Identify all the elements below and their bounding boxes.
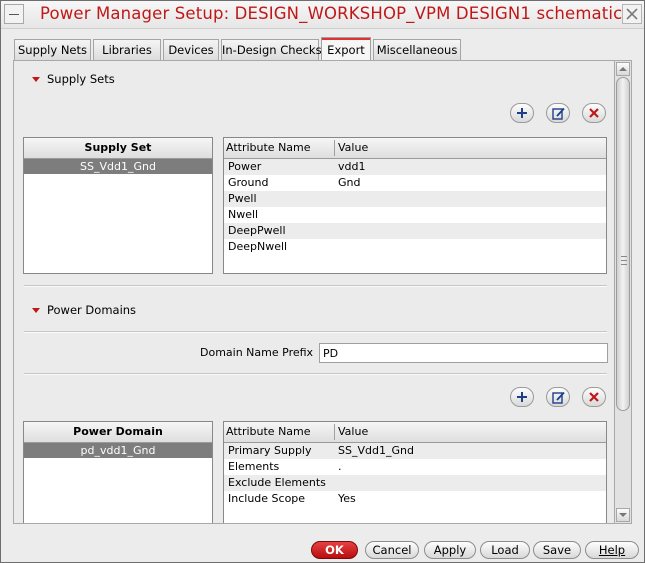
tab-in-design-checks[interactable]: In-Design Checks [221, 39, 322, 60]
add-icon [517, 108, 527, 118]
delete-power-domain-button[interactable] [582, 387, 606, 407]
table-row[interactable]: Power vdd1 [224, 159, 606, 175]
supply-set-list-header: Supply Set [24, 138, 212, 159]
supply-set-list[interactable]: Supply Set SS_Vdd1_Gnd [23, 137, 213, 274]
domain-name-prefix-field[interactable] [319, 343, 608, 363]
cancel-button[interactable]: Cancel [365, 541, 419, 559]
supply-sets-label: Supply Sets [47, 72, 115, 86]
tab-supply-nets[interactable]: Supply Nets [14, 39, 91, 60]
power-manager-window: Power Manager Setup: DESIGN_WORKSHOP_VPM… [0, 0, 645, 563]
add-icon [517, 392, 527, 402]
power-domain-list[interactable]: Power Domain pd_vdd1_Gnd [23, 421, 213, 523]
dialog-button-bar: OK Cancel Apply Load Save Help [1, 537, 644, 562]
attribute-name: Nwell [228, 208, 259, 221]
attribute-name: Include Scope [228, 492, 306, 505]
attribute-value[interactable]: SS_Vdd1_Gnd [338, 443, 414, 459]
ok-button[interactable]: OK [311, 541, 358, 559]
save-button[interactable]: Save [533, 541, 581, 559]
attribute-name: Ground [228, 176, 269, 189]
help-button[interactable]: Help [585, 541, 639, 559]
edit-power-domain-button[interactable] [546, 387, 570, 407]
scroll-up-button[interactable] [616, 62, 630, 76]
attribute-value[interactable]: Yes [338, 491, 356, 507]
edit-supply-set-button[interactable] [546, 103, 570, 123]
table-header: Attribute Name Value [224, 422, 606, 443]
table-row[interactable]: Primary Supply SS_Vdd1_Gnd [224, 443, 606, 459]
column-header-value[interactable]: Value [338, 422, 368, 442]
table-row[interactable]: Include Scope Yes [224, 491, 606, 507]
close-icon[interactable] [622, 4, 642, 24]
scrollbar-thumb[interactable] [616, 77, 630, 411]
attribute-value[interactable]: vdd1 [338, 159, 365, 175]
column-header-value[interactable]: Value [338, 138, 368, 158]
attribute-name: Pwell [228, 192, 257, 205]
delete-icon [589, 392, 599, 402]
add-supply-set-button[interactable] [510, 103, 534, 123]
attribute-value[interactable]: . [338, 459, 342, 475]
window-title: Power Manager Setup: DESIGN_WORKSHOP_VPM… [40, 4, 623, 23]
apply-button[interactable]: Apply [424, 541, 476, 559]
power-domain-list-item[interactable]: pd_vdd1_Gnd [24, 443, 212, 458]
attribute-name: Primary Supply [228, 444, 312, 457]
expand-triangle-icon [32, 308, 40, 313]
export-panel: Supply Sets Supply Set SS_Vdd1_Gnd Attri… [13, 60, 614, 524]
table-row[interactable]: Nwell [224, 207, 606, 223]
title-bar: Power Manager Setup: DESIGN_WORKSHOP_VPM… [1, 1, 644, 29]
supply-set-attribute-table[interactable]: Attribute Name Value Power vdd1 Ground Gnd… [223, 137, 607, 274]
edit-icon [552, 391, 565, 404]
attribute-name: Power [228, 160, 262, 173]
divider [24, 331, 607, 333]
table-row[interactable]: DeepNwell [224, 239, 606, 255]
power-domains-label: Power Domains [47, 303, 137, 317]
tab-libraries[interactable]: Libraries [93, 39, 161, 60]
table-row[interactable]: Pwell [224, 191, 606, 207]
add-power-domain-button[interactable] [510, 387, 534, 407]
supply-set-list-item[interactable]: SS_Vdd1_Gnd [24, 159, 212, 174]
vertical-scrollbar[interactable] [614, 60, 632, 524]
window-menu-icon[interactable] [4, 4, 24, 24]
help-button-label: Help [598, 543, 626, 557]
delete-supply-set-button[interactable] [582, 103, 606, 123]
domain-name-prefix-label: Domain Name Prefix [200, 346, 314, 359]
attribute-name: Exclude Elements [228, 476, 326, 489]
tab-export[interactable]: Export [321, 37, 371, 61]
divider [24, 285, 607, 287]
tab-devices[interactable]: Devices [163, 39, 219, 60]
grip-icon [621, 256, 627, 265]
power-domain-list-header: Power Domain [24, 422, 212, 443]
load-button[interactable]: Load [480, 541, 530, 559]
chevron-down-icon [619, 513, 627, 517]
column-header-attribute-name[interactable]: Attribute Name [226, 138, 311, 158]
table-row[interactable]: Ground Gnd [224, 175, 606, 191]
tab-miscellaneous[interactable]: Miscellaneous [373, 39, 461, 60]
chevron-up-icon [619, 67, 627, 71]
attribute-name: Elements [228, 460, 280, 473]
divider [24, 373, 607, 375]
attribute-value[interactable]: Gnd [338, 175, 360, 191]
power-domain-attribute-table[interactable]: Attribute Name Value Primary Supply SS_Vd… [223, 421, 607, 523]
table-header: Attribute Name Value [224, 138, 606, 159]
table-row[interactable]: Exclude Elements [224, 475, 606, 491]
delete-icon [589, 108, 599, 118]
table-row[interactable]: DeepPwell [224, 223, 606, 239]
table-row[interactable]: Elements. [224, 459, 606, 475]
attribute-name: DeepNwell [228, 240, 288, 253]
expand-triangle-icon [32, 77, 40, 82]
edit-icon [552, 107, 565, 120]
column-header-attribute-name[interactable]: Attribute Name [226, 422, 311, 442]
attribute-name: DeepPwell [228, 224, 286, 237]
scroll-down-button[interactable] [616, 508, 630, 522]
